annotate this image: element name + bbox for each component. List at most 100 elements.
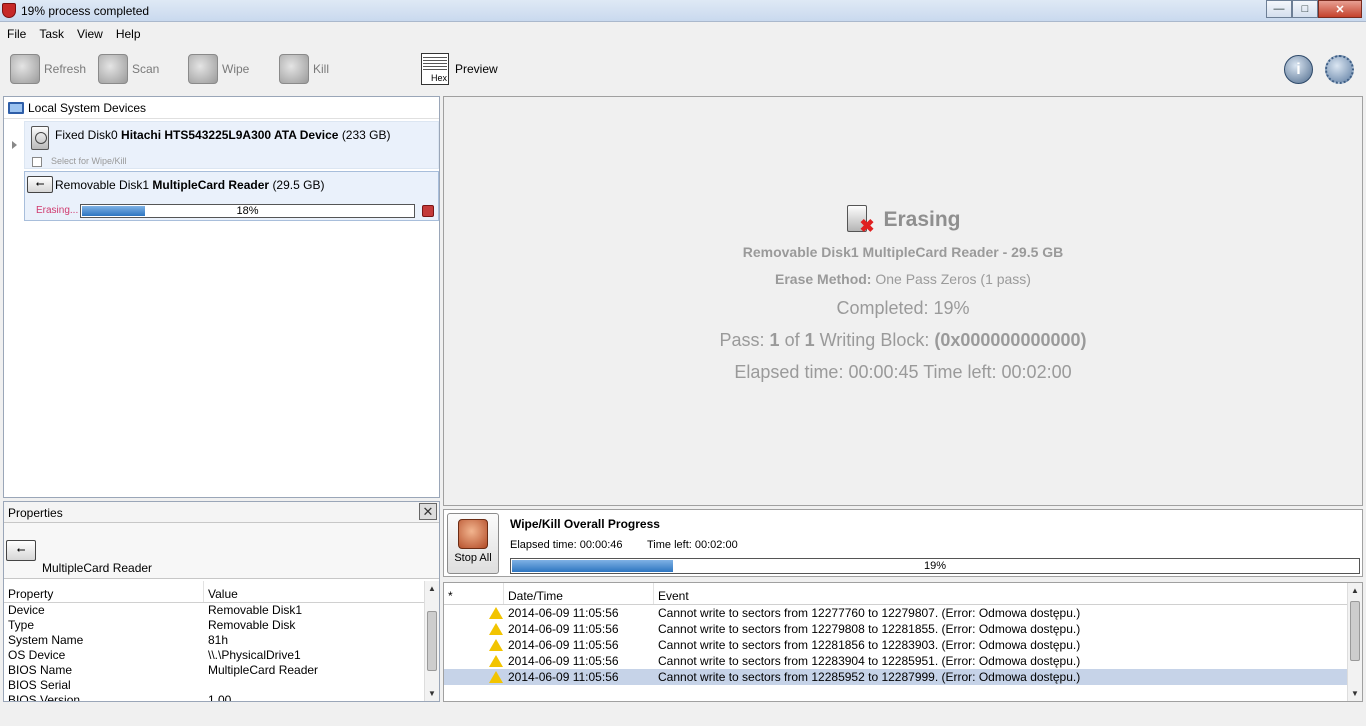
stop-all-button[interactable]: Stop All — [447, 513, 499, 574]
column-datetime[interactable]: Date/Time — [504, 583, 654, 604]
event-datetime: 2014-06-09 11:05:56 — [508, 654, 619, 668]
properties-device: ⭠ MultipleCard Reader — [4, 523, 439, 579]
table-row[interactable]: System Name 81h — [4, 633, 424, 648]
table-row[interactable]: Type Removable Disk — [4, 618, 424, 633]
wipe-label: Wipe — [222, 62, 250, 76]
properties-panel: Properties ✕ ⭠ MultipleCard Reader Prope… — [3, 501, 440, 702]
table-row[interactable]: BIOS Serial — [4, 678, 424, 693]
kill-button[interactable]: Kill — [279, 52, 329, 86]
overall-progress-title: Wipe/Kill Overall Progress — [510, 517, 660, 531]
scan-button[interactable]: Scan — [98, 52, 159, 86]
stop-disk1-icon[interactable] — [422, 205, 434, 217]
refresh-button[interactable]: Refresh — [10, 52, 86, 86]
event-row[interactable]: 2014-06-09 11:05:56 Cannot write to sect… — [444, 621, 1362, 637]
warning-icon — [489, 655, 503, 667]
usb-icon: ⭠ — [27, 176, 53, 193]
wipe-button[interactable]: Wipe — [188, 52, 249, 86]
pass-label: Pass: — [719, 330, 765, 350]
event-row[interactable]: 2014-06-09 11:05:56 Cannot write to sect… — [444, 653, 1362, 669]
disk1-size: (29.5 GB) — [272, 178, 325, 192]
scroll-down-icon[interactable]: ▼ — [1348, 686, 1362, 701]
scroll-down-icon[interactable]: ▼ — [425, 686, 439, 701]
device-item-disk1[interactable]: ⭠ Removable Disk1 MultipleCard Reader (2… — [24, 171, 439, 221]
property-name: Type — [8, 618, 35, 632]
close-properties-button[interactable]: ✕ — [419, 503, 437, 520]
hex-lines — [423, 55, 447, 72]
disk0-line: Fixed Disk0 Hitachi HTS543225L9A300 ATA … — [55, 128, 391, 142]
select-wipe-label: Select for Wipe/Kill — [51, 156, 127, 166]
preview-button[interactable]: Hex Preview — [421, 52, 498, 86]
property-name: OS Device — [8, 648, 66, 662]
overall-progress-bar: 19% — [510, 558, 1360, 574]
scroll-thumb[interactable] — [427, 611, 437, 671]
column-property[interactable]: Property — [4, 581, 204, 602]
property-value: \\.\PhysicalDrive1 — [208, 648, 301, 662]
pass-line: Pass: 1 of 1 Writing Block: (0x000000000… — [444, 330, 1362, 351]
erase-method-label: Erase Method: — [775, 271, 872, 287]
event-text: Cannot write to sectors from 12281856 to… — [658, 638, 1081, 652]
table-row[interactable]: BIOS Name MultipleCard Reader — [4, 663, 424, 678]
property-value: MultipleCard Reader — [208, 663, 319, 677]
table-row[interactable]: OS Device \\.\PhysicalDrive1 — [4, 648, 424, 663]
minimize-button[interactable]: — — [1266, 0, 1292, 18]
event-datetime: 2014-06-09 11:05:56 — [508, 622, 619, 636]
event-datetime: 2014-06-09 11:05:56 — [508, 670, 619, 684]
event-row[interactable]: 2014-06-09 11:05:56 Cannot write to sect… — [444, 637, 1362, 653]
table-row[interactable]: BIOS Version 1.00 — [4, 693, 424, 701]
event-row-selected[interactable]: 2014-06-09 11:05:56 Cannot write to sect… — [444, 669, 1362, 685]
computer-icon — [8, 101, 24, 114]
menu-view[interactable]: View — [70, 23, 109, 45]
properties-table-header: Property Value — [4, 581, 424, 603]
settings-gear-button[interactable] — [1325, 55, 1354, 84]
property-name: BIOS Version — [8, 693, 81, 701]
properties-scrollbar[interactable]: ▲ ▼ — [424, 581, 439, 701]
erase-device-line: Removable Disk1 MultipleCard Reader - 29… — [742, 244, 1064, 260]
warning-icon — [489, 607, 503, 619]
scroll-thumb[interactable] — [1350, 601, 1360, 661]
expand-arrow-icon[interactable] — [12, 141, 17, 149]
menu-bar: File Task View Help — [0, 23, 1366, 45]
menu-task[interactable]: Task — [32, 23, 70, 45]
menu-help[interactable]: Help — [109, 23, 147, 45]
maximize-button[interactable]: □ — [1292, 0, 1318, 18]
pass-current: 1 — [769, 330, 780, 350]
hex-icon-label: Hex — [430, 73, 447, 83]
scroll-up-icon[interactable]: ▲ — [425, 581, 439, 596]
hex-preview-icon: Hex — [421, 53, 449, 85]
info-button[interactable]: i — [1284, 55, 1313, 84]
erase-status-area: ✖ Erasing Removable Disk1 MultipleCard R… — [444, 202, 1362, 383]
menu-file[interactable]: File — [0, 23, 32, 45]
scan-label: Scan — [132, 62, 160, 76]
status-panel: ✖ Erasing Removable Disk1 MultipleCard R… — [443, 96, 1363, 506]
scroll-up-icon[interactable]: ▲ — [1348, 583, 1362, 598]
stop-all-label: Stop All — [454, 552, 492, 564]
event-log-scrollbar[interactable]: ▲ ▼ — [1347, 583, 1362, 701]
overall-progress-panel: Stop All Wipe/Kill Overall Progress Elap… — [443, 509, 1363, 577]
event-text: Cannot write to sectors from 12279808 to… — [658, 622, 1081, 636]
property-value: 81h — [208, 633, 229, 647]
disk1-progress-bar: 18% — [80, 204, 415, 218]
column-marker[interactable]: * — [444, 583, 504, 604]
device-item-disk0[interactable]: Fixed Disk0 Hitachi HTS543225L9A300 ATA … — [24, 121, 439, 169]
overall-time-left: Time left: 00:02:00 — [647, 539, 738, 551]
device-panel-header: Local System Devices — [4, 97, 439, 119]
toolbar: Refresh Scan Wipe Kill Hex Preview i — [0, 46, 1366, 94]
disk0-name: Hitachi HTS543225L9A300 ATA Device — [121, 128, 339, 142]
event-log: * Date/Time Event 2014-06-09 11:05:56 Ca… — [443, 582, 1363, 702]
select-wipe-checkbox[interactable] — [32, 157, 42, 167]
event-log-header: * Date/Time Event — [444, 583, 1362, 605]
pass-of: of — [784, 330, 800, 350]
event-row[interactable]: 2014-06-09 11:05:56 Cannot write to sect… — [444, 605, 1362, 621]
window-controls: — □ ✕ — [1266, 0, 1362, 18]
column-value[interactable]: Value — [204, 581, 424, 602]
stop-disk-icon — [458, 519, 488, 549]
column-event[interactable]: Event — [654, 583, 1344, 604]
event-text: Cannot write to sectors from 12283904 to… — [658, 654, 1081, 668]
warning-icon — [489, 639, 503, 651]
hard-disk-icon — [31, 126, 49, 150]
table-row[interactable]: Device Removable Disk1 — [4, 603, 424, 618]
property-name: BIOS Name — [8, 663, 73, 677]
refresh-icon — [10, 54, 40, 84]
refresh-label: Refresh — [44, 62, 87, 76]
close-button[interactable]: ✕ — [1318, 0, 1362, 18]
